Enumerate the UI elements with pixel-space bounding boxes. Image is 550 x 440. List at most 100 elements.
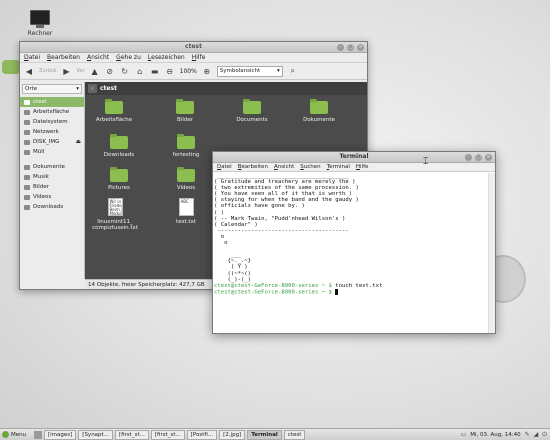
fm-window-title: ctest [185, 43, 202, 50]
drive-icon [24, 119, 30, 125]
terminal-prompt: ctest@ctest-GeForce-8000-series ~ $ [214, 282, 332, 289]
zoom-level: 100% [179, 67, 197, 75]
taskbar: Menu [images] [Synapt... [first_st... [f… [0, 428, 550, 440]
file-item[interactable]: Bilder [161, 99, 209, 123]
file-item[interactable]: Pictures [95, 167, 143, 191]
sidebar-item-arbeitsflaeche[interactable]: Arbeitsfläche [20, 107, 84, 117]
menu-hilfe[interactable]: Hilfe [192, 54, 206, 61]
mouse-pointer-icon: ⌶ [423, 157, 429, 167]
wallpaper-shape-left [2, 60, 20, 74]
terminal-output[interactable]: _______________________________________ … [214, 173, 487, 332]
menu-ansicht[interactable]: Ansicht [87, 54, 109, 61]
fm-toolbar: ◀ Zurück ▶ Vor ▲ ⊘ ↻ ⌂ ▬ ⊖ 100% ⊕ Symbol… [20, 63, 367, 80]
file-item[interactable]: Videos [162, 167, 210, 191]
sidebar-bookmark-downloads[interactable]: Downloads [20, 202, 84, 212]
network-tray-icon[interactable]: ▭ [461, 431, 467, 438]
term-menu-suchen[interactable]: Suchen [300, 164, 320, 170]
text-cursor [335, 288, 339, 295]
taskbar-task-terminal[interactable]: Terminal [247, 429, 282, 440]
fm-titlebar[interactable]: ctest – □ × [20, 42, 367, 53]
term-menu-terminal[interactable]: Terminal [327, 164, 350, 170]
show-desktop-icon[interactable] [34, 430, 42, 439]
file-item[interactable]: fertesting [162, 134, 210, 158]
folder-icon [105, 99, 123, 114]
menu-bearbeiten[interactable]: Bearbeiten [47, 54, 80, 61]
text-file-icon: ABC [178, 198, 194, 216]
search-icon[interactable]: ⌕ [288, 66, 298, 76]
file-item[interactable]: Dokumente [295, 99, 343, 123]
desktop-computer-icon[interactable]: Rechner [24, 10, 56, 37]
clock[interactable]: Mi, 03. Aug, 14:40 [470, 432, 520, 438]
taskbar-task-ctest[interactable]: ctest [283, 429, 306, 440]
reload-icon[interactable]: ↻ [120, 67, 130, 76]
forward-icon[interactable]: ▶ [61, 67, 71, 76]
zoom-in-icon[interactable]: ⊕ [202, 67, 212, 76]
sidebar-item-muell[interactable]: Müll [20, 147, 84, 157]
path-back-icon[interactable]: ‹ [88, 84, 97, 93]
file-item[interactable]: ABC test.txt [162, 198, 210, 225]
term-menu-hilfe[interactable]: Hilfe [356, 164, 369, 170]
terminal-command: touch test.txt [331, 282, 383, 289]
folder-icon [24, 174, 30, 180]
fortune-output: _______________________________________ … [214, 173, 359, 283]
terminal-window-title: Terminal [339, 153, 369, 160]
start-menu-button[interactable]: Menu [2, 431, 32, 438]
sidebar-item-netzwerk[interactable]: Netzwerk [20, 127, 84, 137]
text-file-icon: Wir in Frieden Beim X Module [107, 198, 123, 216]
file-item[interactable]: Wir in Frieden Beim X Modulelinuxmint11_… [91, 198, 139, 231]
sidebar-bookmark-bilder[interactable]: Bilder [20, 182, 84, 192]
taskbar-task[interactable]: [Synapt... [78, 429, 113, 440]
system-tray: ▭ Mi, 03. Aug, 14:40 ✎ ◢ ⏻ [461, 431, 550, 439]
file-item[interactable]: Downloads [95, 134, 143, 158]
view-mode-select[interactable]: Symbolansicht [216, 65, 283, 77]
back-icon[interactable]: ◀ [24, 67, 34, 76]
eject-icon[interactable]: ⏏ [76, 137, 81, 147]
file-item[interactable]: Arbeitsfläche [90, 99, 138, 123]
fm-menubar: Datei Bearbeiten Ansicht Gehe zu Lesezei… [20, 53, 367, 63]
taskbar-task[interactable]: [first_st... [150, 429, 185, 440]
taskbar-task[interactable]: [2.jpg] [219, 429, 246, 440]
computer-icon[interactable]: ▬ [150, 67, 160, 76]
mint-logo-icon [2, 431, 9, 438]
term-menu-bearbeiten[interactable]: Bearbeiten [238, 164, 268, 170]
sidebar-item-disk-img[interactable]: DISK_IMG ⏏ [20, 137, 84, 147]
up-icon[interactable]: ▲ [90, 67, 100, 76]
forward-label[interactable]: Vor [76, 68, 84, 74]
home-icon[interactable]: ⌂ [135, 67, 145, 76]
power-icon[interactable]: ⏻ [542, 431, 547, 439]
minimize-icon[interactable]: – [465, 154, 472, 161]
menu-gehe-zu[interactable]: Gehe zu [116, 54, 141, 61]
close-icon[interactable]: × [485, 154, 492, 161]
maximize-icon[interactable]: □ [475, 154, 482, 161]
terminal-scrollbar[interactable] [488, 173, 495, 333]
sidebar-bookmark-videos[interactable]: Videos [20, 192, 84, 202]
sidebar-bookmark-dokumente[interactable]: Dokumente [20, 162, 84, 172]
file-item[interactable]: Documents [228, 99, 276, 123]
menu-lesezeichen[interactable]: Lesezeichen [148, 54, 185, 61]
zoom-out-icon[interactable]: ⊖ [165, 67, 175, 76]
stop-icon[interactable]: ⊘ [105, 67, 115, 76]
maximize-icon[interactable]: □ [347, 44, 354, 51]
taskbar-task[interactable]: [images] [44, 429, 77, 440]
home-folder-icon [24, 99, 30, 105]
terminal-titlebar[interactable]: Terminal – □ × [213, 152, 495, 163]
term-menu-datei[interactable]: Datei [217, 164, 232, 170]
minimize-icon[interactable]: – [337, 44, 344, 51]
taskbar-task[interactable]: [first_st... [114, 429, 149, 440]
sidebar-item-ctest[interactable]: ctest [20, 97, 84, 107]
folder-icon [24, 184, 30, 190]
folder-icon [176, 99, 194, 114]
sidebar-item-dateisystem[interactable]: Dateisystem [20, 117, 84, 127]
disk-icon [24, 139, 30, 145]
sidebar-places-select[interactable]: Orte [22, 84, 82, 94]
sidebar-bookmark-musik[interactable]: Musik [20, 172, 84, 182]
back-label[interactable]: Zurück [39, 68, 56, 74]
close-icon[interactable]: × [357, 44, 364, 51]
folder-icon [24, 194, 30, 200]
path-current[interactable]: ctest [100, 85, 117, 92]
taskbar-task[interactable]: [Postfi... [186, 429, 218, 440]
term-menu-ansicht[interactable]: Ansicht [274, 164, 294, 170]
menu-datei[interactable]: Datei [24, 54, 40, 61]
volume-icon[interactable]: ◢ [534, 431, 539, 438]
settings-tray-icon[interactable]: ✎ [525, 431, 530, 438]
